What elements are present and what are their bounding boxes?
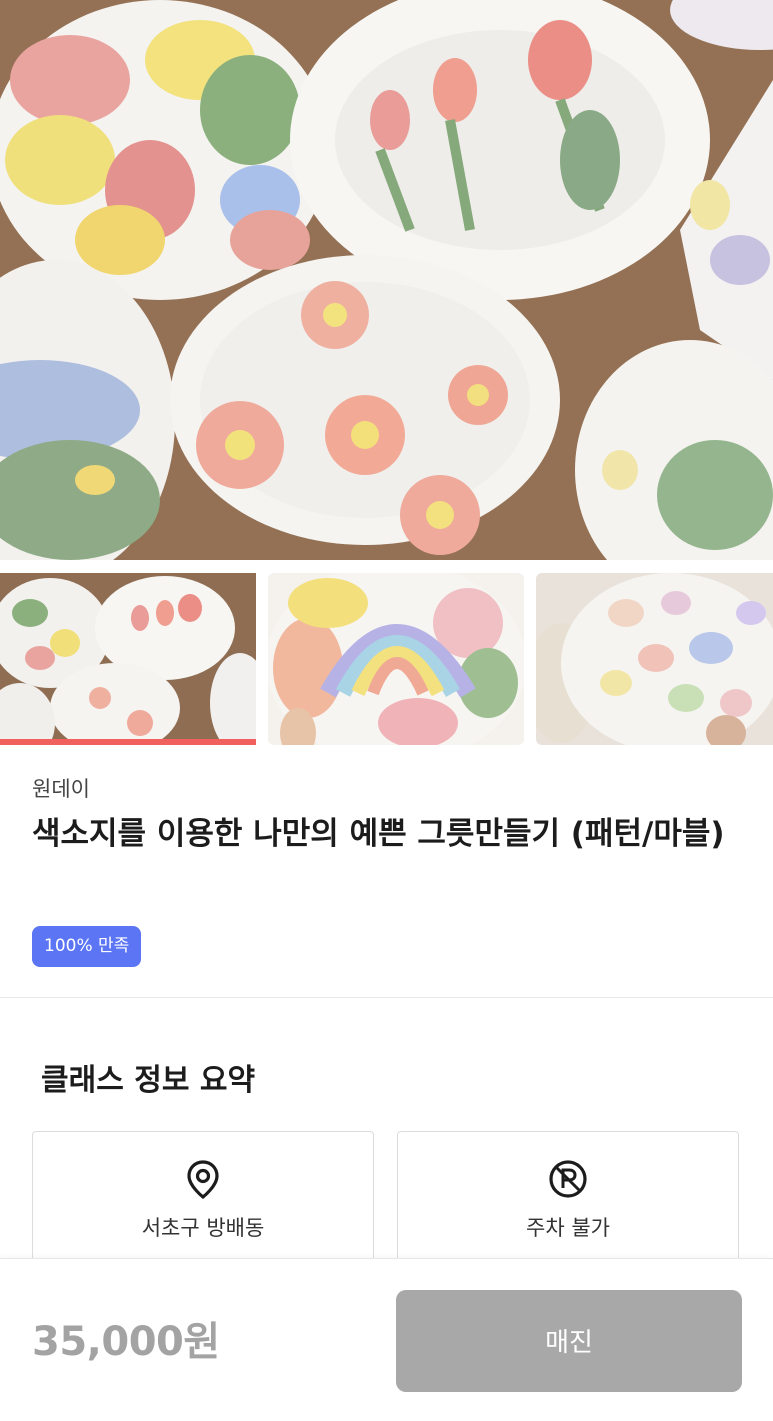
class-provider[interactable]: 원데이	[32, 773, 90, 803]
main-product-image[interactable]	[0, 0, 773, 560]
no-parking-icon	[549, 1160, 587, 1198]
price: 35,000원	[32, 1319, 220, 1365]
location-card[interactable]: 서초구 방배동	[32, 1131, 374, 1271]
thumbnail-3[interactable]	[536, 573, 773, 745]
plates-illustration	[0, 0, 773, 560]
parking-label: 주차 불가	[526, 1216, 610, 1240]
parking-card[interactable]: 주차 불가	[397, 1131, 739, 1271]
location-label: 서초구 방배동	[141, 1216, 265, 1240]
satisfaction-badge: 100% 만족	[32, 926, 142, 967]
sold-out-button[interactable]: 매진	[396, 1290, 742, 1392]
section-divider	[0, 997, 773, 998]
class-summary-heading: 클래스 정보 요약	[41, 1063, 256, 1098]
location-pin-icon	[187, 1160, 219, 1199]
thumbnail-2-image	[268, 573, 524, 745]
thumbnail-1[interactable]	[0, 573, 256, 745]
thumbnail-3-image	[536, 573, 773, 745]
thumbnail-1-image	[0, 573, 256, 745]
thumbnail-strip	[0, 573, 773, 745]
purchase-bar: 35,000원 매진	[0, 1258, 773, 1421]
active-thumbnail-indicator	[0, 739, 256, 745]
class-title: 색소지를 이용한 나만의 예쁜 그릇만들기 (패턴/마블)	[32, 816, 725, 852]
thumbnail-2[interactable]	[268, 573, 524, 745]
